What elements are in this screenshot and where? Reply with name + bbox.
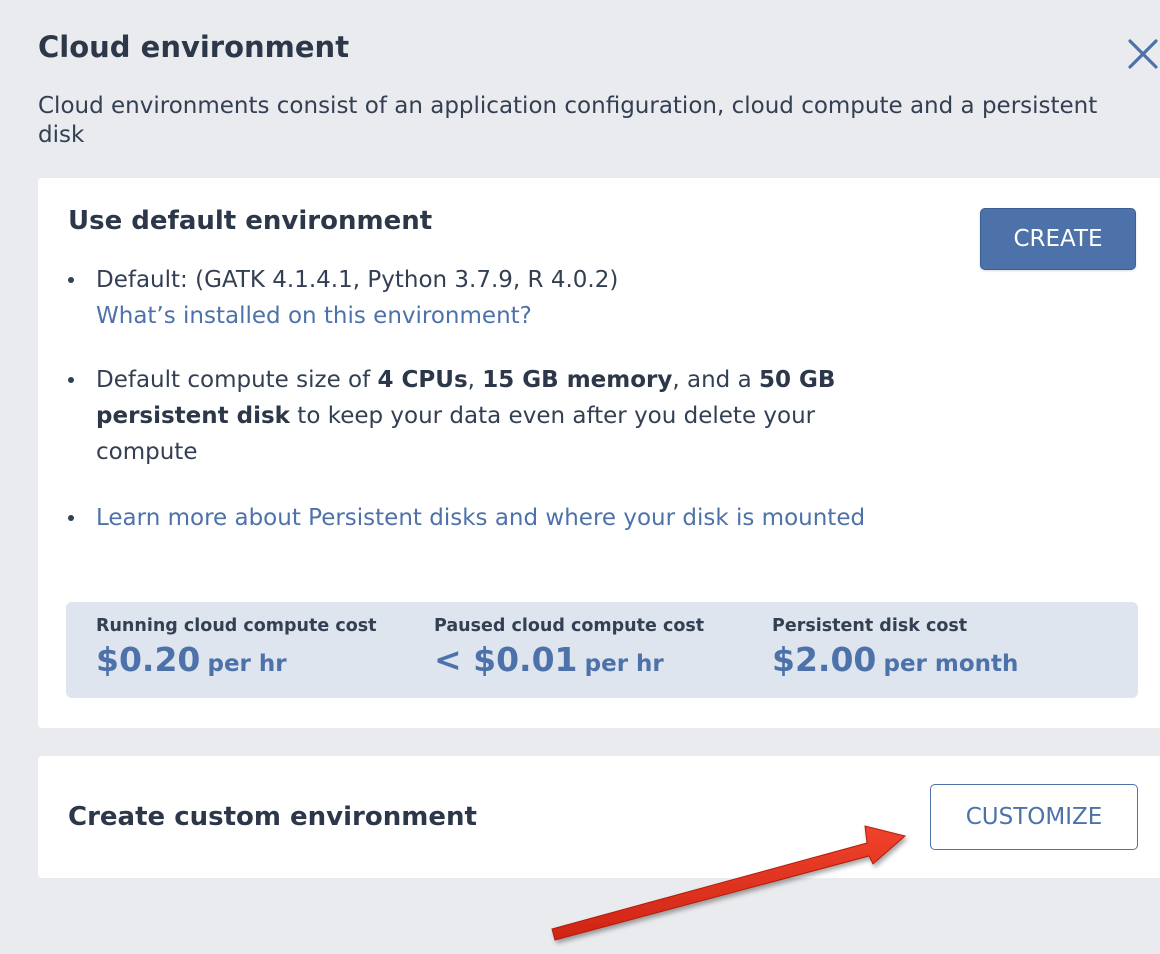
dialog-subtitle: Cloud environments consist of an applica… [38,93,1098,148]
cost-value: < $0.01 [434,640,578,679]
default-environment-title: Use default environment [68,206,433,236]
close-icon[interactable] [1124,36,1160,72]
cost-unit: per hr [207,651,287,677]
memory-size: 15 GB memory [482,367,673,393]
red-arrow-icon [551,825,907,941]
persistent-disk-cost: Persistent disk cost $2.00 per month [772,614,1018,679]
cost-unit: per month [883,651,1019,677]
running-compute-cost: Running cloud compute cost $0.20 per hr [96,614,377,679]
compute-size-sep: , [467,367,483,393]
cost-value: $0.20 [96,640,201,679]
cost-label: Running cloud compute cost [96,616,377,636]
paused-compute-cost: Paused cloud compute cost < $0.01 per hr [434,614,704,679]
customize-button[interactable]: CUSTOMIZE [930,784,1138,850]
cpu-count: 4 CPUs [377,367,468,393]
cost-summary: Running cloud compute cost $0.20 per hr … [66,602,1138,698]
custom-environment-title: Create custom environment [68,802,477,832]
environment-details-list: Default: (GATK 4.1.4.1, Python 3.7.9, R … [68,262,888,536]
list-item-persistent-disk-link: Learn more about Persistent disks and wh… [68,500,888,536]
cost-value: $2.00 [772,640,877,679]
cost-label: Persistent disk cost [772,616,968,636]
list-item-compute-size: Default compute size of 4 CPUs, 15 GB me… [68,362,888,470]
cost-unit: per hr [584,651,664,677]
dialog-title: Cloud environment [38,30,350,64]
compute-size-text-2: , and a [672,367,759,393]
cost-label: Paused cloud compute cost [434,616,705,636]
whats-installed-link[interactable]: What’s installed on this environment? [96,303,532,329]
persistent-disk-learn-more-link[interactable]: Learn more about Persistent disks and wh… [96,505,865,531]
list-item-default-versions: Default: (GATK 4.1.4.1, Python 3.7.9, R … [68,262,888,334]
create-button[interactable]: CREATE [980,208,1136,270]
default-versions-text: Default: (GATK 4.1.4.1, Python 3.7.9, R … [96,267,619,293]
default-environment-card: Use default environment CREATE Default: … [38,178,1160,728]
compute-size-text-1: Default compute size of [96,367,378,393]
